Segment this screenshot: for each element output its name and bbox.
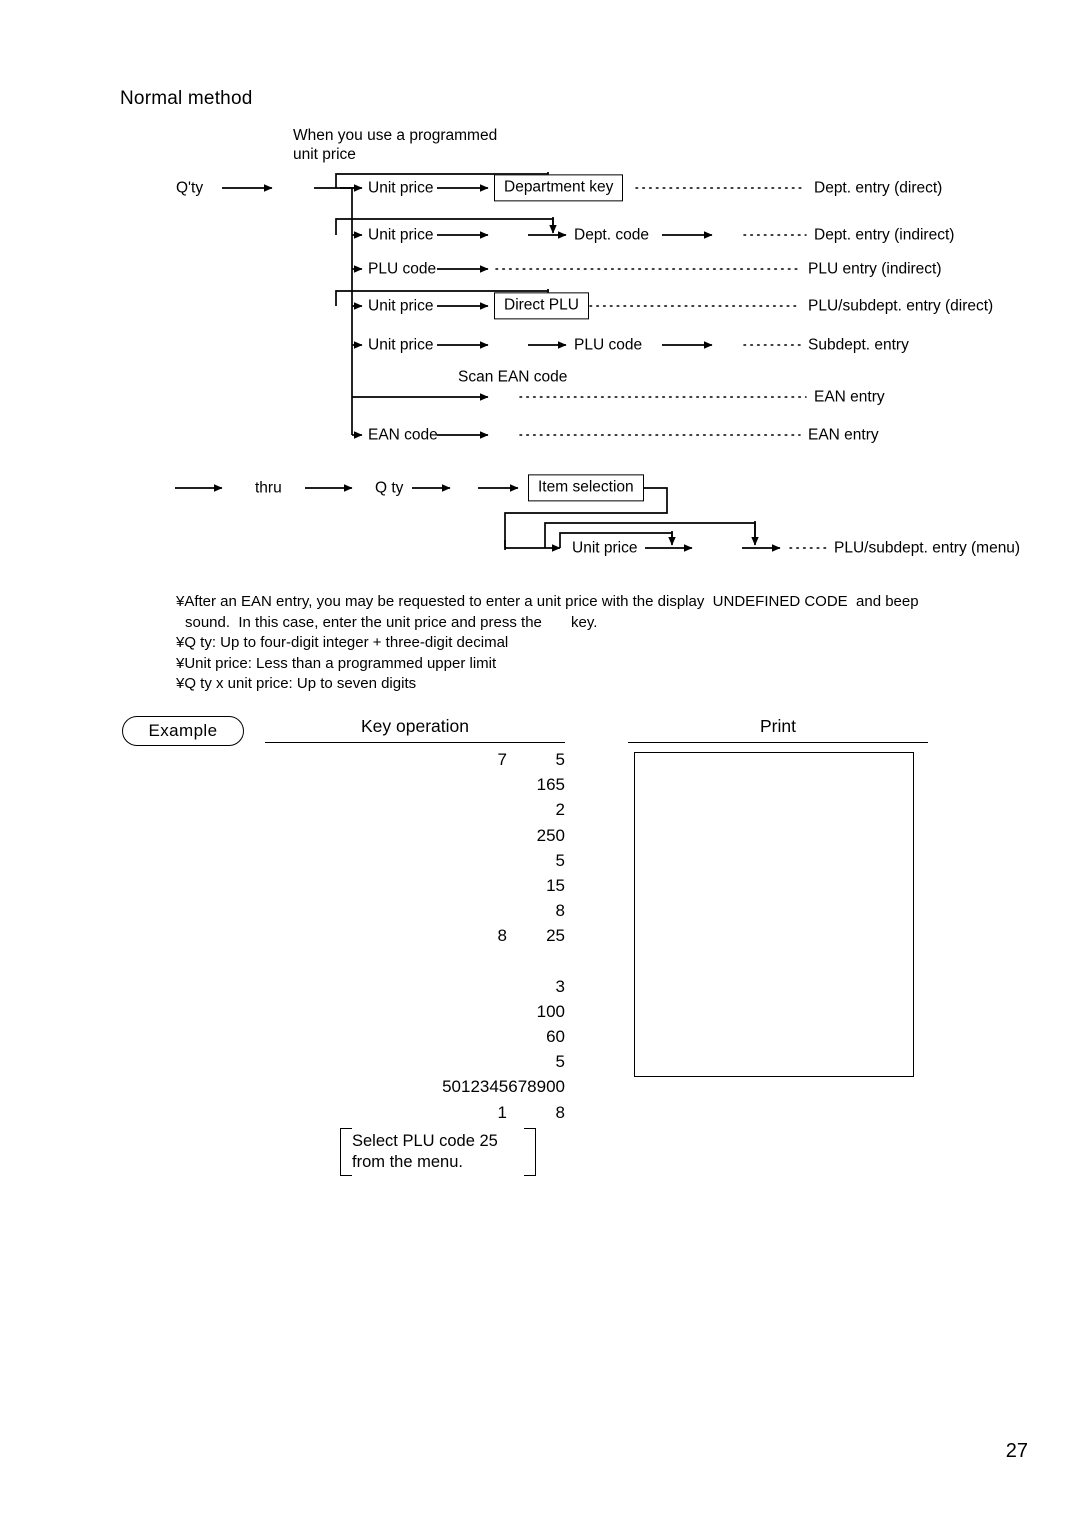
key-operation-row: 100 [345,1002,565,1027]
key-operation-value-right: 5 [555,1052,565,1072]
key-operation-row: 18 [345,1103,565,1128]
result-plu-subdept-entry-direct: PLU/subdept. entry (direct) [808,297,994,315]
page-number: 27 [1005,1440,1028,1462]
note-line-3: ¥Q ty: Up to four-digit integer + three-… [176,634,509,651]
key-operation-value-right: 100 [536,1001,565,1021]
row-mid-dept-code: Dept. code [574,226,649,244]
key-operation-row: 5 [345,1052,565,1077]
result-plu-subdept-entry-menu: PLU/subdept. entry (menu) [834,539,1021,557]
thru-label: thru [255,479,282,497]
department-key-box[interactable]: Department key [494,174,624,202]
key-operation-value-left: 8 [497,926,507,946]
key-operation-value-right: 15 [546,875,565,895]
key-operation-value-right: 3 [555,976,565,996]
key-operation-row: 8 25 [345,926,565,951]
key-operation-value-right: 8 [555,901,565,921]
row-step-unit-price-3: Unit price [368,297,434,315]
row-step-unit-price-2: Unit price [368,226,434,244]
menu-selection-note: Select PLU code 25 from the menu. [340,1128,536,1176]
key-operation-value-right: 60 [546,1027,565,1047]
direct-plu-box[interactable]: Direct PLU [494,292,589,320]
result-plu-entry-indirect: PLU entry (indirect) [808,260,942,278]
example-badge-label: Example [148,721,218,740]
bracket-right-icon [524,1128,536,1176]
key-operation-row: 15 [345,876,565,901]
row-step-ean-code: EAN code [368,426,438,444]
menu-step-unit-price: Unit price [572,539,638,557]
row-mid-plu-code: PLU code [574,336,643,354]
key-operation-value-right: 25 [546,926,565,946]
key-operation-value-left: 7 [497,750,507,769]
key-operation-list: 7 5 165 2 250 5 15 8 8 25 3 100 60 5 5012345678900 1 8 [345,750,565,1128]
print-header: Print [628,716,928,743]
entry-method-flow-diagram: When you use a programmed unit price Q't… [0,0,1080,580]
key-operation-value-right: 250 [536,825,565,845]
note-line-5: ¥Q ty x unit price: Up to seven digits [176,675,417,692]
key-operation-value-right: 8 [555,1102,565,1122]
item-selection-box[interactable]: Item selection [528,474,644,502]
key-operation-row: 165 [345,775,565,800]
result-ean-entry-scan: EAN entry [814,388,885,406]
programmed-price-note: When you use a programmed unit price [293,127,498,163]
qty-label: Q'ty [176,179,204,197]
result-dept-entry-direct: Dept. entry (direct) [814,179,943,197]
notes-block: ¥After an EAN entry, you may be requeste… [176,592,1056,695]
bracket-left-icon [340,1128,352,1176]
scan-ean-code-label: Scan EAN code [458,368,568,386]
key-operation-row: 75 [345,750,565,775]
key-operation-row: 60 [345,1027,565,1052]
menu-qty-label: Q ty [375,479,404,497]
menu-selection-note-text: Select PLU code 25 from the menu. [352,1132,498,1171]
key-operation-header: Key operation [265,716,565,743]
key-operation-value-left: 1 [497,1102,507,1122]
key-operation-row: 8 [345,901,565,926]
key-operation-row: 250 [345,826,565,851]
key-operation-spacer [345,952,565,977]
row-step-unit-price-1: Unit price [368,179,434,197]
key-operation-value-right: 2 [555,800,565,820]
result-dept-entry-indirect: Dept. entry (indirect) [814,226,955,244]
key-operation-value-right: 5 [555,850,565,870]
key-operation-value-right: 165 [536,775,565,795]
note-line-4: ¥Unit price: Less than a programmed uppe… [176,654,497,672]
row-step-plu-code: PLU code [368,260,437,278]
key-operation-row: 5 [345,851,565,876]
note-line-2: sound. In this case, enter the unit pric… [185,613,598,631]
row-step-unit-price-4: Unit price [368,336,434,354]
result-subdept-entry: Subdept. entry [808,336,909,354]
print-output-box [634,752,914,1077]
key-operation-row: 3 [345,977,565,1002]
key-operation-value-right: 5 [555,750,565,769]
example-badge: Example [122,716,244,746]
key-operation-value-wide: 5012345678900 [442,1077,565,1097]
key-operation-row: 2 [345,800,565,825]
result-ean-entry-manual: EAN entry [808,426,879,444]
note-line-1: ¥After an EAN entry, you may be requeste… [176,593,919,610]
key-operation-row: 5012345678900 [345,1077,565,1102]
